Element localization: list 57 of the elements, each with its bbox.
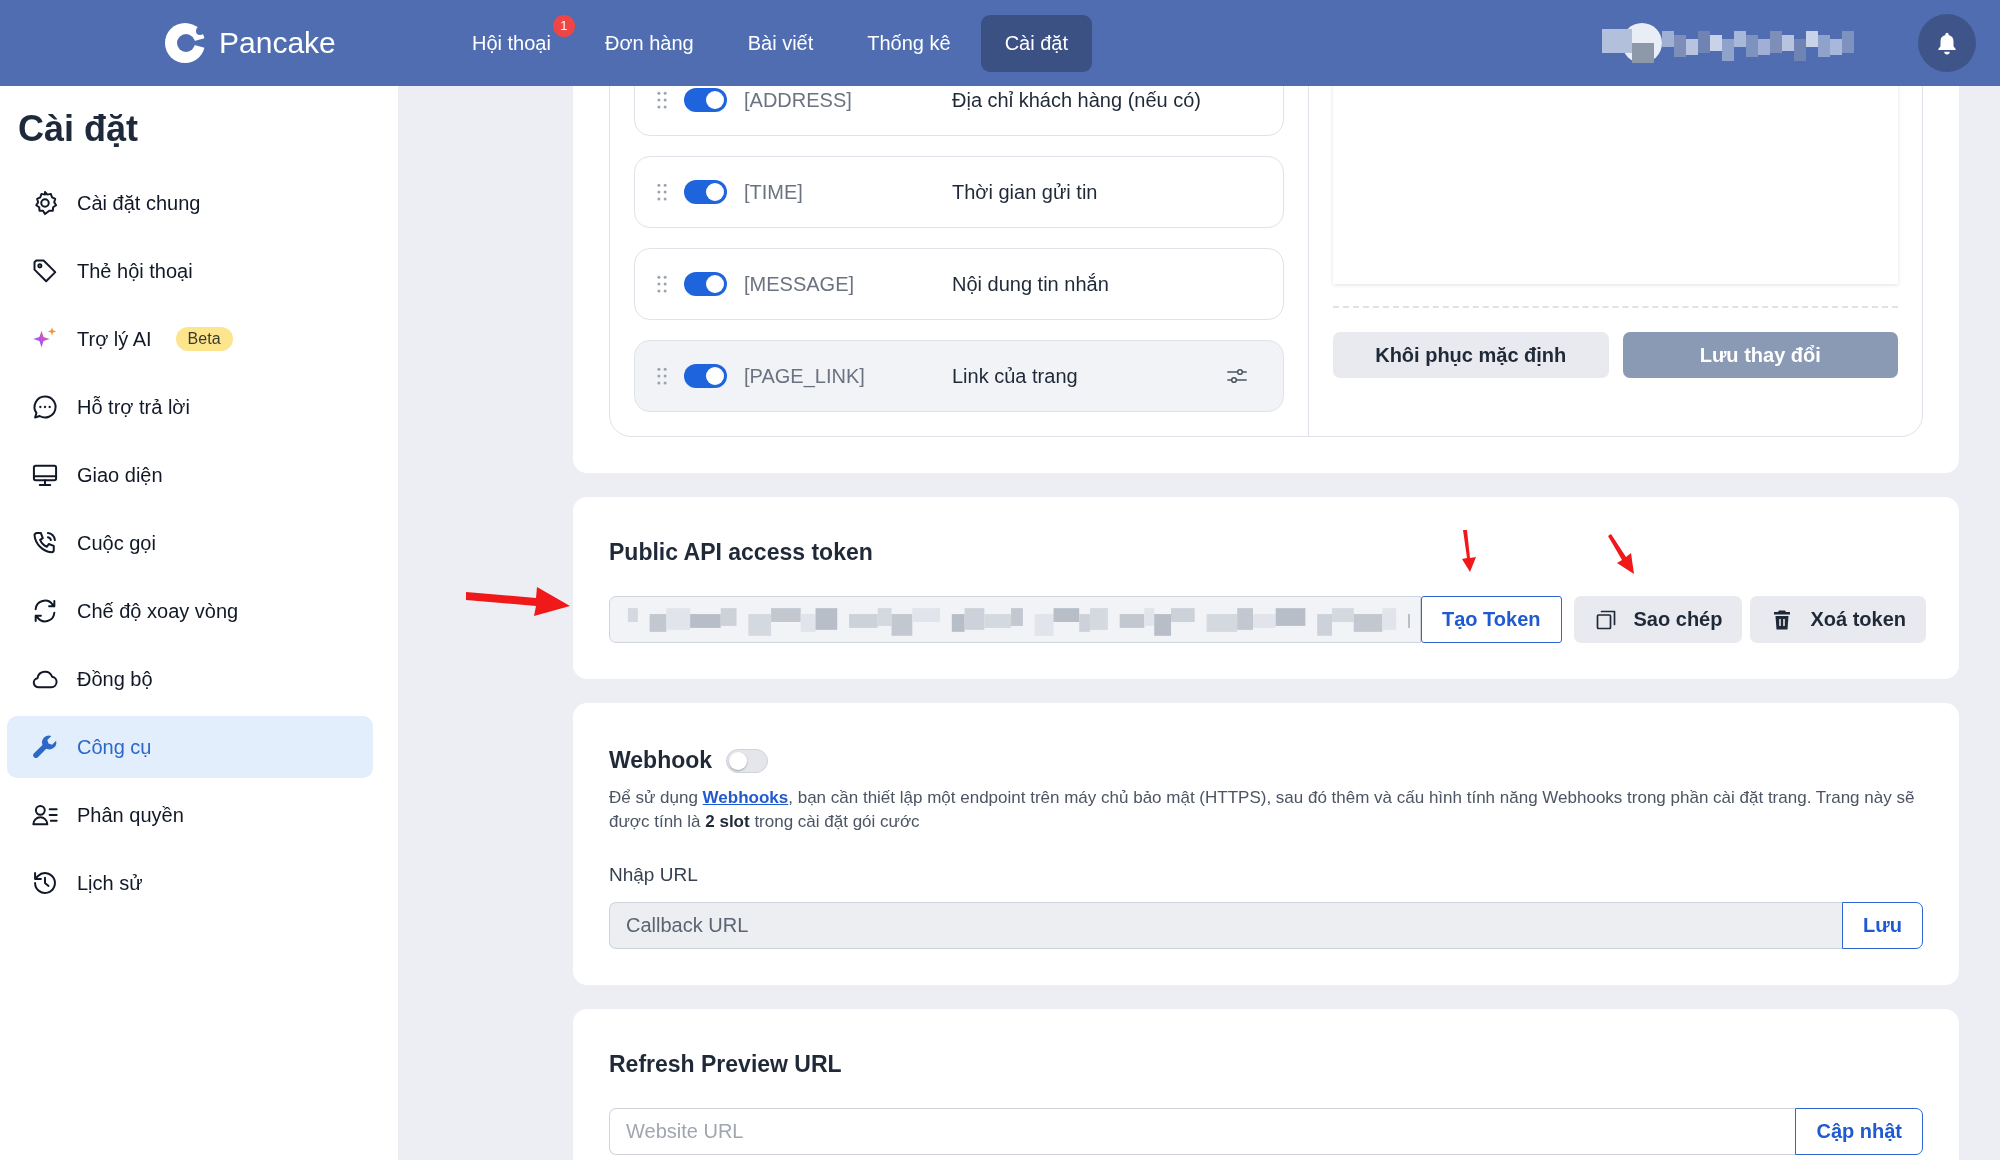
update-button[interactable]: Cập nhật [1795, 1108, 1923, 1155]
page-title: Cài đặt [18, 108, 140, 150]
toggle-switch[interactable] [726, 748, 769, 773]
notification-badge: 1 [552, 14, 575, 37]
field-label: Nhập URL [609, 864, 699, 886]
drag-handle-icon [657, 183, 667, 201]
field-tag: [TIME] [744, 180, 952, 204]
tag-icon [31, 257, 59, 285]
sidebar-item[interactable]: Cài đặt chung [7, 172, 373, 234]
sidebar-item[interactable]: Thẻ hội thoại [7, 240, 373, 302]
field-description: Link của trang [952, 364, 1079, 388]
nav-tab[interactable]: Bài viết [723, 14, 838, 72]
url-field[interactable]: Website URL [609, 1108, 1796, 1155]
token-field[interactable] [609, 596, 1421, 643]
field-tag: [MESSAGE] [744, 272, 952, 296]
drag-handle-icon [657, 91, 667, 109]
field-description: Nội dung tin nhắn [952, 272, 1110, 296]
field-tag: [ADDRESS] [744, 88, 952, 112]
section-title: Public API access token [609, 539, 873, 566]
drag-handle-icon [657, 275, 667, 293]
save-button[interactable]: Lưu [1842, 902, 1923, 949]
url-field[interactable]: Callback URL [609, 902, 1843, 949]
create-token-button[interactable]: Tạo Token [1421, 596, 1562, 643]
nav-tab[interactable]: Đơn hàng [580, 14, 718, 72]
drag-handle-icon [657, 367, 667, 385]
field-description: Địa chỉ khách hàng (nếu có) [952, 88, 1203, 112]
field-description: Thời gian gửi tin [952, 180, 1099, 204]
sidebar-item[interactable]: Lịch sử [7, 852, 373, 914]
sidebar-item[interactable]: Đồng bộ [7, 648, 373, 710]
sidebar-item[interactable]: Trợ lý AI Beta [7, 308, 373, 370]
wrench-icon [31, 733, 59, 761]
sidebar-item[interactable]: Giao diện [7, 444, 373, 506]
toggle-switch[interactable] [684, 364, 727, 388]
nav-tab[interactable]: Hội thoại 1 [448, 14, 575, 72]
nav-tab[interactable]: Thống kê [843, 14, 975, 72]
delete-token-button[interactable]: Xoá token [1750, 596, 1927, 643]
webhook-description: Để sử dụng Webhooks, bạn cần thiết lập một endpoint trên máy chủ bảo mật (HTTPS), sau đó thêm và cấu hình tính năng Webhooks trong phần cài đặt trang. Trang này sẽ được tính là 2 slot trong cài đặt gói cước [609, 787, 1916, 833]
sidebar-item[interactable]: Phân quyền [7, 784, 373, 846]
sidebar-item[interactable]: Chế độ xoay vòng [7, 580, 373, 642]
restore-default-button[interactable]: Khôi phục mặc định [1333, 332, 1609, 378]
toggle-switch[interactable] [684, 272, 727, 296]
beta-badge: Beta [175, 327, 233, 351]
section-title: Refresh Preview URL [609, 1051, 842, 1078]
nav-tab[interactable]: Cài đặt [980, 14, 1093, 72]
arrow [1460, 530, 1478, 572]
history-icon [31, 869, 59, 897]
sidebar-item[interactable]: Cuộc gọi [7, 512, 373, 574]
chat-bubble-icon [31, 393, 59, 421]
toggle-switch[interactable] [684, 88, 727, 112]
toggle-switch[interactable] [684, 180, 727, 204]
copy-button[interactable]: Sao chép [1573, 596, 1743, 643]
sidebar-item[interactable]: Hỗ trợ trả lời [7, 376, 373, 438]
section-title: Webhook [609, 747, 713, 774]
webhooks-link[interactable]: Webhooks [702, 788, 789, 807]
field-tag: [PAGE_LINK] [744, 364, 952, 388]
logo-text: Pancake [219, 26, 336, 60]
sidebar-item[interactable]: Công cụ [7, 716, 373, 778]
